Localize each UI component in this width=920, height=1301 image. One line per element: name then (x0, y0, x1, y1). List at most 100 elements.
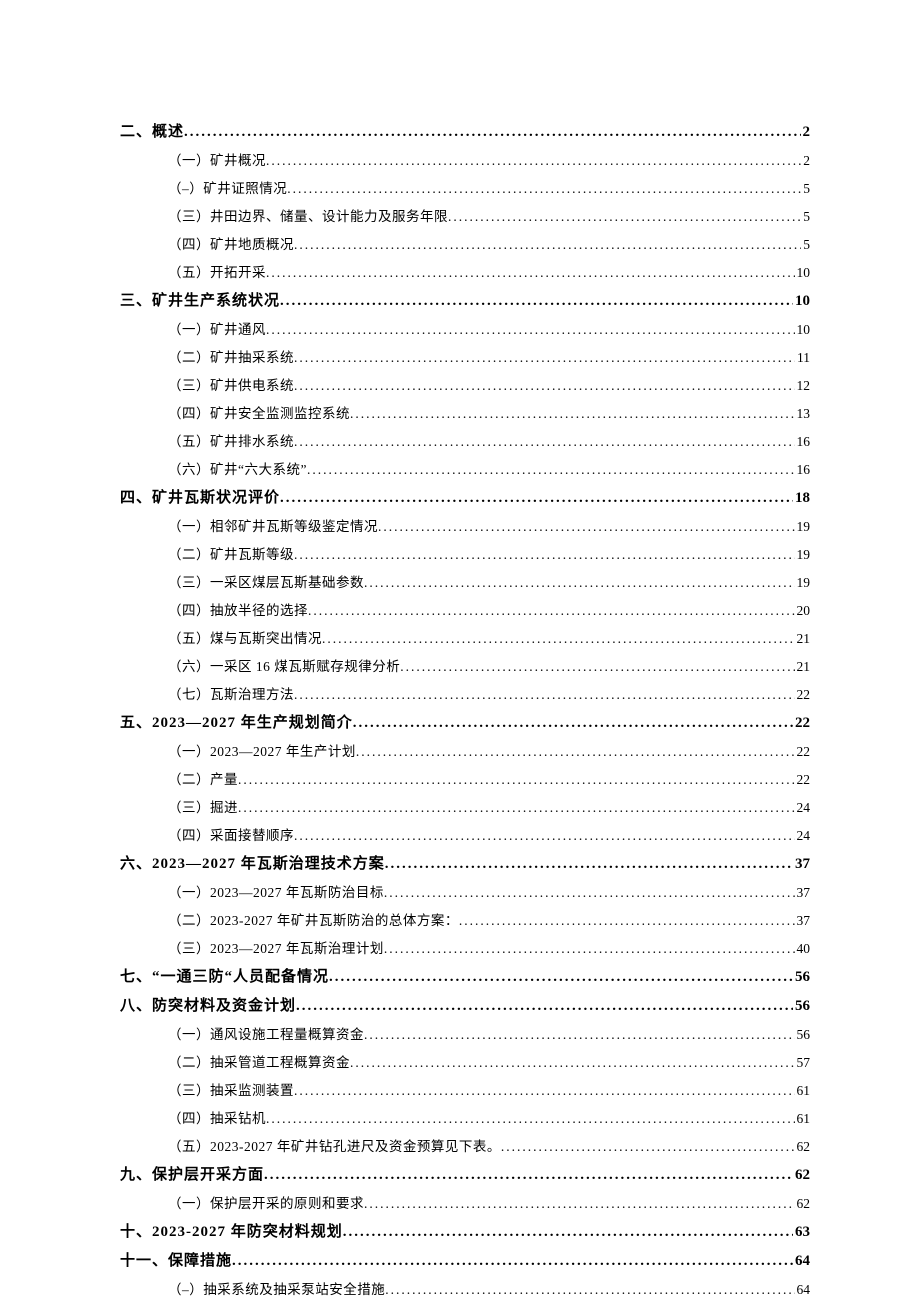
toc-entry[interactable]: 十一、保障措施.................................… (120, 1249, 810, 1270)
toc-label: 三、矿井生产系统状况 (120, 289, 280, 310)
toc-entry[interactable]: 八、防突材料及资金计划.............................… (120, 994, 810, 1015)
toc-label: （二）产量 (168, 768, 238, 788)
toc-entry[interactable]: （一）矿井通风.................................… (120, 318, 810, 338)
toc-page-number: 24 (795, 828, 811, 844)
toc-entry[interactable]: （四）抽放半径的选择..............................… (120, 599, 810, 619)
toc-leader-dots: ........................................… (356, 744, 795, 760)
toc-leader-dots: ........................................… (266, 322, 795, 338)
toc-label: 七、“一通三防“人员配备情况 (120, 965, 329, 986)
toc-entry[interactable]: （一）2023—2027 年生产计划......................… (120, 740, 810, 760)
toc-page-number: 22 (795, 687, 811, 703)
toc-entry[interactable]: 三、矿井生产系统状况..............................… (120, 289, 810, 310)
toc-page-number: 10 (793, 293, 810, 310)
toc-entry[interactable]: 九、保护层开采方面...............................… (120, 1163, 810, 1184)
toc-entry[interactable]: 五、2023—2027 年生产规划简介.....................… (120, 711, 810, 732)
toc-leader-dots: ........................................… (385, 856, 793, 873)
toc-leader-dots: ........................................… (266, 1111, 795, 1127)
toc-page-number: 5 (801, 181, 810, 197)
toc-label: （五）2023-2027 年矿井钻孔进尺及资金预算见下表。 (168, 1135, 501, 1155)
toc-entry[interactable]: （三）一采区煤层瓦斯基础参数..........................… (120, 571, 810, 591)
toc-entry[interactable]: （一）矿井概况.................................… (120, 149, 810, 169)
toc-page-number: 56 (793, 998, 810, 1015)
toc-entry[interactable]: 二、概述....................................… (120, 120, 810, 141)
toc-label: （四）采面接替顺序 (168, 824, 294, 844)
toc-entry[interactable]: 十、2023-2027 年防突材料规划.....................… (120, 1220, 810, 1241)
toc-leader-dots: ........................................… (400, 659, 794, 675)
toc-entry[interactable]: （三）掘进...................................… (120, 796, 810, 816)
toc-page-number: 2 (801, 153, 810, 169)
toc-label: （三）井田边界、储量、设计能力及服务年限 (168, 205, 448, 225)
toc-page-number: 24 (795, 800, 811, 816)
toc-page-number: 63 (793, 1224, 810, 1241)
toc-entry[interactable]: （四）采面接替顺序...............................… (120, 824, 810, 844)
toc-page-number: 16 (795, 462, 811, 478)
toc-leader-dots: ........................................… (501, 1139, 795, 1155)
toc-label: （–）抽采系统及抽采泵站安全措施 (168, 1278, 385, 1298)
toc-label: 六、2023—2027 年瓦斯治理技术方案 (120, 852, 385, 873)
toc-label: （三）掘进 (168, 796, 238, 816)
toc-label: （六）矿井“六大系统” (168, 458, 307, 478)
toc-page-number: 19 (795, 575, 811, 591)
toc-page-number: 2 (801, 124, 811, 141)
toc-entry[interactable]: （五）2023-2027 年矿井钻孔进尺及资金预算见下表。...........… (120, 1135, 810, 1155)
toc-leader-dots: ........................................… (266, 153, 801, 169)
toc-page-number: 40 (795, 941, 811, 957)
toc-entry[interactable]: （二）2023-2027 年矿井瓦斯防治的总体方案：..............… (120, 909, 810, 929)
toc-label: 十一、保障措施 (120, 1249, 232, 1270)
toc-label: （五）开拓开采 (168, 261, 266, 281)
toc-page-number: 22 (795, 744, 811, 760)
toc-entry[interactable]: （三）2023—2027 年瓦斯治理计划....................… (120, 937, 810, 957)
toc-label: 十、2023-2027 年防突材料规划 (120, 1220, 343, 1241)
toc-label: 二、概述 (120, 120, 184, 141)
toc-leader-dots: ........................................… (294, 237, 801, 253)
toc-entry[interactable]: （六）矿井“六大系统”.............................… (120, 458, 810, 478)
toc-label: （二）矿井瓦斯等级 (168, 543, 294, 563)
toc-leader-dots: ........................................… (266, 265, 795, 281)
toc-entry[interactable]: （一）2023—2027 年瓦斯防治目标....................… (120, 881, 810, 901)
toc-leader-dots: ........................................… (184, 124, 800, 141)
toc-label: （四）抽采钻机 (168, 1107, 266, 1127)
toc-leader-dots: ........................................… (294, 1083, 795, 1099)
toc-entry[interactable]: （五）煤与瓦斯突出情况.............................… (120, 627, 810, 647)
toc-entry[interactable]: （五）矿井排水系统...............................… (120, 430, 810, 450)
toc-page-number: 61 (795, 1111, 811, 1127)
toc-label: （一）矿井通风 (168, 318, 266, 338)
toc-entry[interactable]: （二）矿井抽采系统...............................… (120, 346, 810, 366)
toc-page-number: 37 (795, 913, 811, 929)
toc-page-number: 11 (795, 350, 810, 366)
toc-entry[interactable]: （七）瓦斯治理方法...............................… (120, 683, 810, 703)
toc-leader-dots: ........................................… (280, 293, 793, 310)
toc-entry[interactable]: （四）矿井安全监测监控系统...........................… (120, 402, 810, 422)
toc-entry[interactable]: （–）抽采系统及抽采泵站安全措施........................… (120, 1278, 810, 1298)
toc-entry[interactable]: （一）相邻矿井瓦斯等级鉴定情况.........................… (120, 515, 810, 535)
toc-entry[interactable]: （二）产量...................................… (120, 768, 810, 788)
toc-label: （一）保护层开采的原则和要求 (168, 1192, 364, 1212)
toc-leader-dots: ........................................… (308, 603, 795, 619)
toc-leader-dots: ........................................… (322, 631, 795, 647)
toc-entry[interactable]: （二）矿井瓦斯等级...............................… (120, 543, 810, 563)
toc-leader-dots: ........................................… (294, 378, 795, 394)
toc-page-number: 21 (795, 659, 811, 675)
toc-page-number: 5 (801, 209, 810, 225)
toc-label: （四）矿井安全监测监控系统 (168, 402, 350, 422)
toc-entry[interactable]: （二）抽采管道工程概算资金...........................… (120, 1051, 810, 1071)
toc-entry[interactable]: （三）井田边界、储量、设计能力及服务年限....................… (120, 205, 810, 225)
toc-entry[interactable]: （四）抽采钻机.................................… (120, 1107, 810, 1127)
toc-page-number: 37 (795, 885, 811, 901)
toc-entry[interactable]: （五）开拓开采.................................… (120, 261, 810, 281)
toc-entry[interactable]: （一）通风设施工程量概算资金..........................… (120, 1023, 810, 1043)
toc-leader-dots: ........................................… (294, 828, 795, 844)
toc-entry[interactable]: 四、矿井瓦斯状况评价..............................… (120, 486, 810, 507)
toc-entry[interactable]: （三）矿井供电系统...............................… (120, 374, 810, 394)
toc-leader-dots: ........................................… (448, 209, 801, 225)
toc-entry[interactable]: 六、2023—2027 年瓦斯治理技术方案...................… (120, 852, 810, 873)
toc-entry[interactable]: 七、“一通三防“人员配备情况..........................… (120, 965, 810, 986)
toc-entry[interactable]: （六）一采区 16 煤瓦斯赋存规律分析.....................… (120, 655, 810, 675)
toc-entry[interactable]: （四）矿井地质概况...............................… (120, 233, 810, 253)
toc-leader-dots: ........................................… (294, 687, 795, 703)
toc-entry[interactable]: （–）矿井证照情况...............................… (120, 177, 810, 197)
toc-page-number: 56 (793, 969, 810, 986)
toc-entry[interactable]: （三）抽采监测装置...............................… (120, 1079, 810, 1099)
toc-leader-dots: ........................................… (364, 1196, 795, 1212)
toc-entry[interactable]: （一）保护层开采的原则和要求..........................… (120, 1192, 810, 1212)
